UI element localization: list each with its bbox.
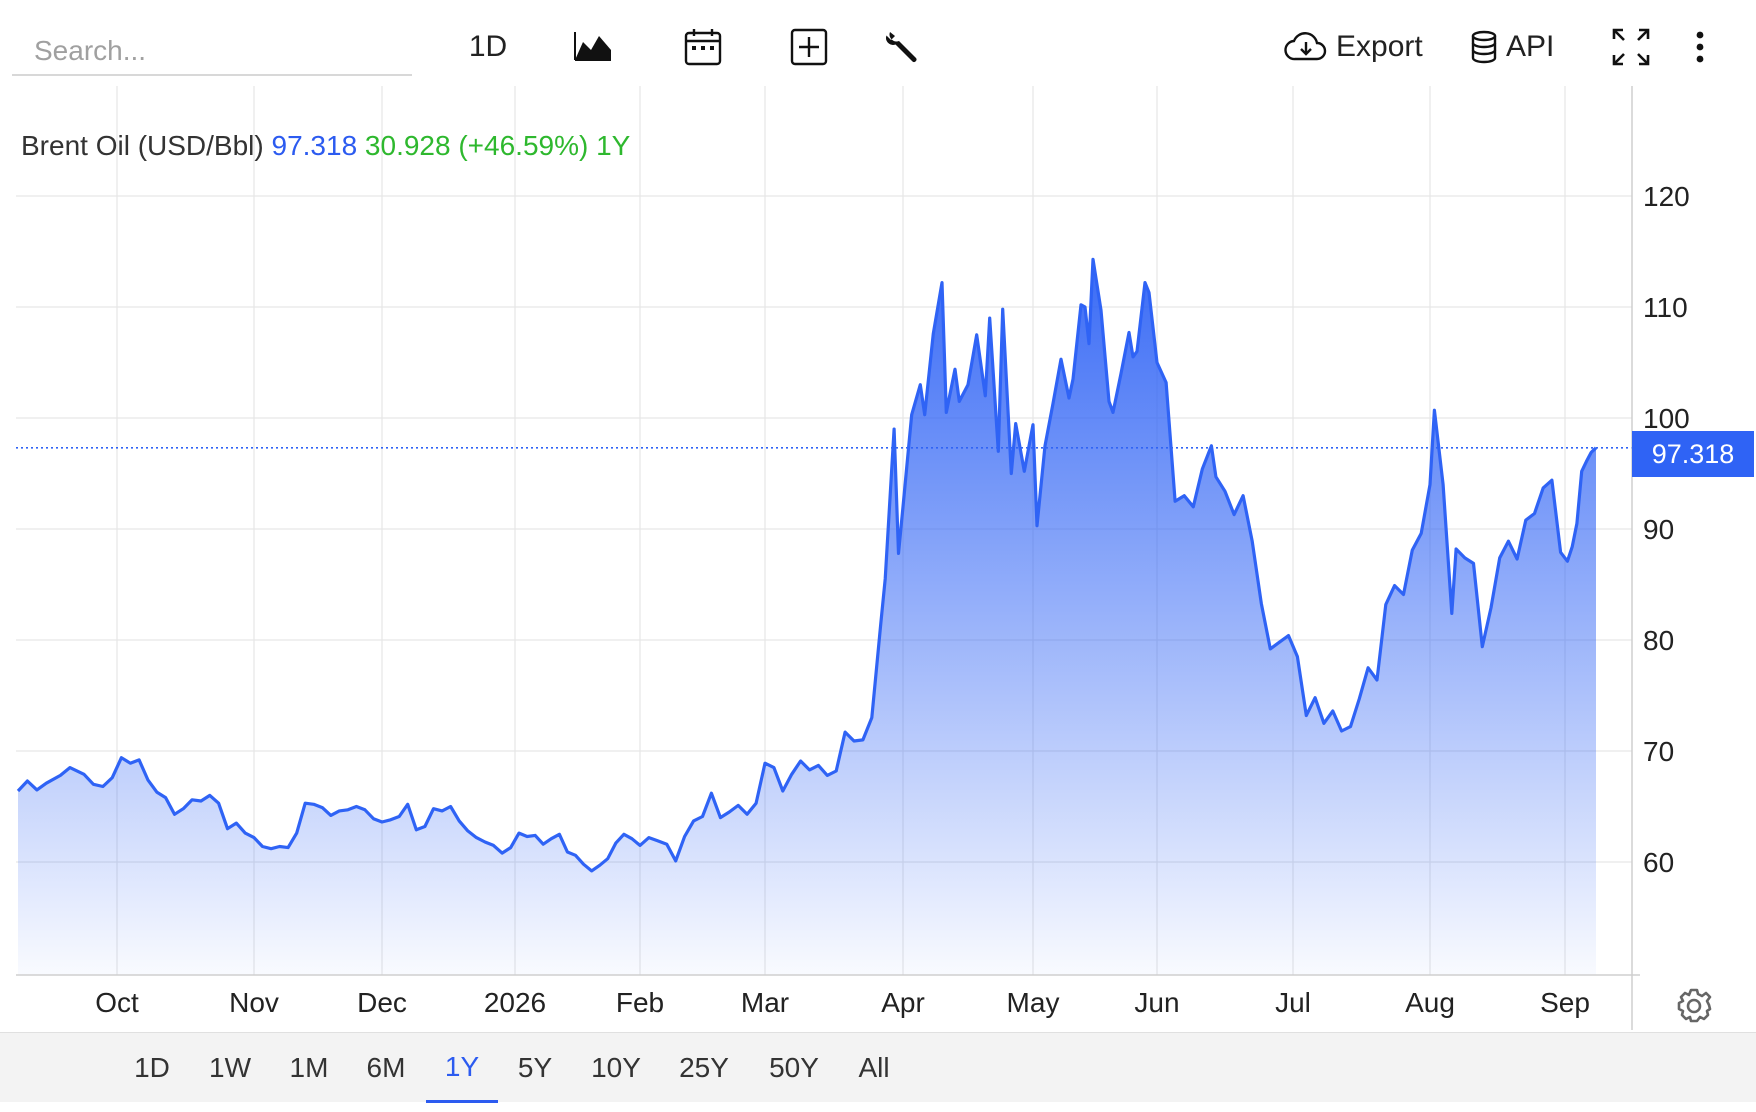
x-axis-labels: Oct Nov Dec 2026 Feb Mar Apr May Jun Jul Aug Sep bbox=[95, 987, 1590, 1018]
chart-title: Brent Oil (USD/Bbl) 97.318 30.928 (+46.5… bbox=[21, 130, 630, 162]
range-button-1d[interactable]: 1D bbox=[120, 1033, 184, 1103]
y-tick-label: 60 bbox=[1643, 847, 1674, 878]
y-tick-label: 120 bbox=[1643, 181, 1690, 212]
y-axis-labels: 60 70 80 90 100 110 120 bbox=[1643, 181, 1690, 878]
instrument-name: Brent Oil (USD/Bbl) bbox=[21, 130, 264, 161]
range-button-1w[interactable]: 1W bbox=[198, 1033, 262, 1103]
last-price-tag: 97.318 bbox=[1632, 431, 1754, 477]
x-tick-label: Nov bbox=[229, 987, 279, 1018]
x-tick-label: Oct bbox=[95, 987, 139, 1018]
chart-widget: 1D bbox=[0, 0, 1756, 1112]
y-tick-label: 90 bbox=[1643, 514, 1674, 545]
x-tick-label: Jun bbox=[1134, 987, 1179, 1018]
y-tick-label: 70 bbox=[1643, 736, 1674, 767]
chart-settings-button[interactable] bbox=[1674, 986, 1714, 1026]
x-tick-label: Mar bbox=[741, 987, 789, 1018]
x-tick-label: Sep bbox=[1540, 987, 1590, 1018]
price-change: 30.928 (+46.59%) 1Y bbox=[364, 130, 631, 161]
range-button-all[interactable]: All bbox=[842, 1033, 906, 1103]
x-tick-label: Apr bbox=[881, 987, 925, 1018]
range-button-1y[interactable]: 1Y bbox=[426, 1033, 498, 1103]
x-tick-label: Dec bbox=[357, 987, 407, 1018]
range-button-5y[interactable]: 5Y bbox=[503, 1033, 567, 1103]
x-tick-label: Aug bbox=[1405, 987, 1455, 1018]
range-button-6m[interactable]: 6M bbox=[354, 1033, 418, 1103]
y-tick-label: 100 bbox=[1643, 403, 1690, 434]
y-tick-label: 110 bbox=[1643, 292, 1688, 323]
range-button-1m[interactable]: 1M bbox=[277, 1033, 341, 1103]
x-tick-label: Jul bbox=[1275, 987, 1311, 1018]
range-button-25y[interactable]: 25Y bbox=[672, 1033, 736, 1103]
range-button-50y[interactable]: 50Y bbox=[762, 1033, 826, 1103]
x-tick-label: 2026 bbox=[484, 987, 546, 1018]
x-tick-label: May bbox=[1007, 987, 1060, 1018]
area-fill bbox=[18, 259, 1596, 975]
range-selector: 1D 1W 1M 6M 1Y 5Y 10Y 25Y 50Y All bbox=[0, 1032, 1756, 1103]
gear-icon bbox=[1677, 988, 1712, 1023]
current-price: 97.318 bbox=[271, 130, 358, 161]
x-tick-label: Feb bbox=[616, 987, 664, 1018]
y-tick-label: 80 bbox=[1643, 625, 1674, 656]
range-button-10y[interactable]: 10Y bbox=[584, 1033, 648, 1103]
